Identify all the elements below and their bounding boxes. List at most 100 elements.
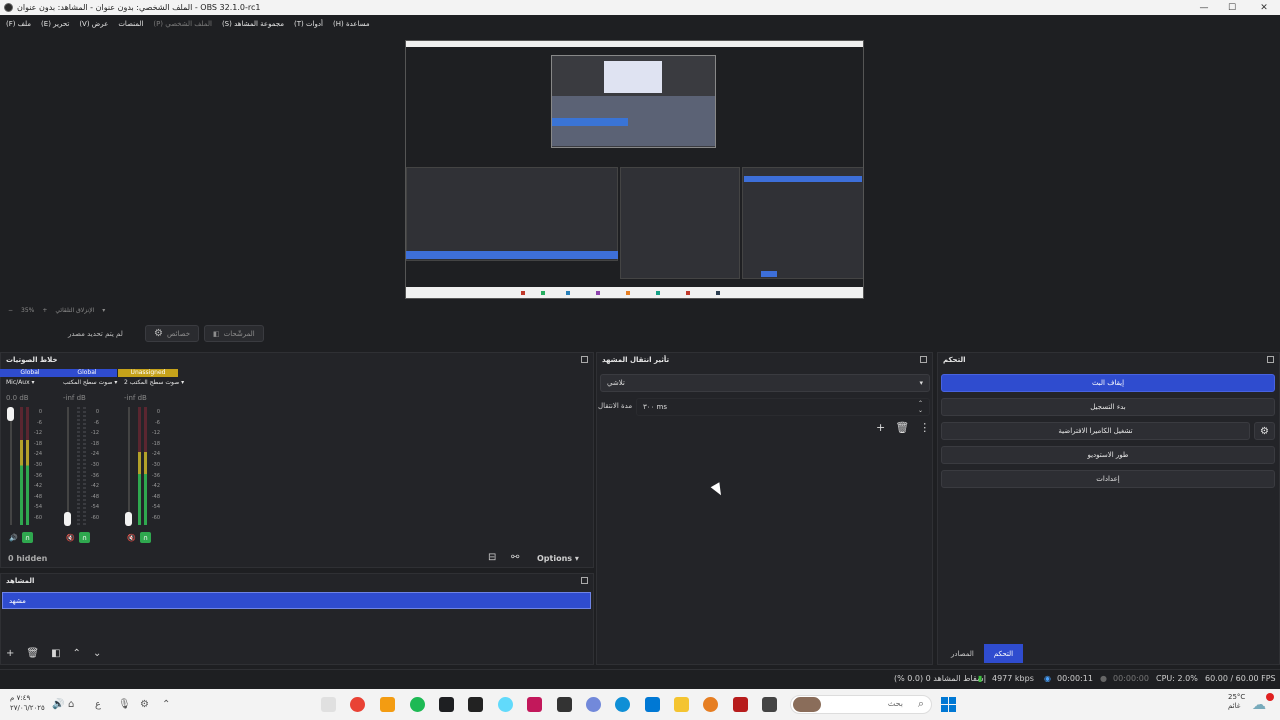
close-button[interactable]: ✕ xyxy=(1248,0,1280,15)
chevron-down-icon[interactable]: ▾ xyxy=(30,379,35,386)
obs-taskbar-icon[interactable] xyxy=(321,697,336,712)
fader-track[interactable] xyxy=(10,407,12,525)
channel-name[interactable]: صوت سطح المكتب 2 ▾ xyxy=(118,379,184,386)
keyboard-language-icon[interactable]: ع xyxy=(95,699,101,710)
tray-app-icon[interactable]: ⚙ xyxy=(140,699,149,710)
tab-controls[interactable]: التحكم xyxy=(983,644,1024,663)
react-app-icon[interactable] xyxy=(498,697,513,712)
menu-docks[interactable]: المنصات xyxy=(118,20,143,28)
speaker-icon[interactable]: 🔊 xyxy=(8,532,19,543)
zoom-in-button[interactable]: + xyxy=(42,307,47,314)
undock-icon[interactable] xyxy=(581,577,588,584)
start-recording-button[interactable]: بدء التسجيل xyxy=(941,398,1275,416)
menu-view[interactable]: (V) عرض xyxy=(79,20,108,28)
task-view-icon[interactable] xyxy=(762,697,777,712)
menu-profile[interactable]: (P) الملف الشخصي xyxy=(153,20,212,28)
zoom-dropdown-icon[interactable]: ▾ xyxy=(102,307,105,314)
file-explorer-icon[interactable] xyxy=(674,697,689,712)
zoom-out-button[interactable]: − xyxy=(8,307,13,314)
filters-button[interactable]: ◧ المرشّحات xyxy=(204,325,264,342)
menu-edit[interactable]: (E) تحرير xyxy=(41,20,69,28)
volume-fader-knob[interactable] xyxy=(125,512,132,526)
preview-nested-controls xyxy=(742,167,863,279)
microphone-icon[interactable]: 🎙 xyxy=(118,699,131,710)
virtual-camera-settings-icon[interactable]: ⚙ xyxy=(1254,422,1275,440)
menu-scene-collection[interactable]: (S) مجموعة المشاهد xyxy=(222,20,284,28)
preview-canvas[interactable] xyxy=(405,40,864,299)
undock-icon[interactable] xyxy=(1267,356,1274,363)
system-clock[interactable]: ٧:٤٩ م ٢٧/٠٦/٢٠٢٥ xyxy=(10,693,45,713)
taskbar-search[interactable]: بحث ⌕ xyxy=(790,695,932,714)
video-editor-icon[interactable] xyxy=(557,697,572,712)
db-scale-tick: -60 xyxy=(90,514,99,521)
properties-button[interactable]: ⚙ خصائص xyxy=(145,325,200,342)
show-hidden-icons-icon[interactable]: ⌃ xyxy=(162,699,170,710)
weather-widget[interactable]: 25°C غائم xyxy=(1228,693,1245,711)
move-down-icon[interactable]: ⌄ xyxy=(93,648,101,659)
preview-nested-mixer xyxy=(406,167,618,261)
start-button[interactable] xyxy=(941,697,956,712)
muted-speaker-icon[interactable]: 🔇 xyxy=(126,532,137,543)
mixer-link-icon[interactable]: ⚯ xyxy=(511,552,519,563)
menu-file[interactable]: (F) ملف xyxy=(6,20,31,28)
volume-icon[interactable]: 🔊 xyxy=(52,699,64,710)
undock-icon[interactable] xyxy=(920,356,927,363)
headphones-icon[interactable]: ∩ xyxy=(140,532,151,543)
studio-mode-button[interactable]: طور الاستوديو xyxy=(941,446,1275,464)
undock-icon[interactable] xyxy=(581,356,588,363)
duration-spinbox[interactable]: ٣٠٠ ms ⌃ ⌄ xyxy=(636,398,930,416)
scene-filters-icon[interactable]: ◧ xyxy=(51,648,60,659)
more-options-icon[interactable]: ⋮ xyxy=(919,421,930,434)
preview-nested-window xyxy=(604,61,662,93)
obs-active-icon[interactable] xyxy=(439,697,454,712)
channel-name-label: صوت سطح المكتب xyxy=(63,379,113,386)
remove-transition-icon[interactable]: 🗑 xyxy=(895,421,909,434)
editor-app-icon[interactable] xyxy=(527,697,542,712)
db-scale-tick: -48 xyxy=(90,493,99,500)
acrobat-icon[interactable] xyxy=(733,697,748,712)
menu-help[interactable]: (H) مساعدة xyxy=(333,20,370,28)
muted-speaker-icon[interactable]: 🔇 xyxy=(65,532,76,543)
settings-button[interactable]: إعدادات xyxy=(941,470,1275,488)
mixer-options-button[interactable]: Options ▾ xyxy=(537,554,579,563)
scene-list-item[interactable]: مشهد xyxy=(2,592,591,609)
mixer-layout-icon[interactable]: ⊟ xyxy=(488,552,496,563)
chevron-down-icon[interactable]: ▾ xyxy=(179,379,184,386)
headphones-icon[interactable]: ∩ xyxy=(79,532,90,543)
add-scene-icon[interactable]: + xyxy=(6,648,14,659)
fader-track[interactable] xyxy=(128,407,130,525)
move-up-icon[interactable]: ⌃ xyxy=(73,648,81,659)
preview-taskbar-app-icon xyxy=(716,291,720,295)
remove-scene-icon[interactable]: 🗑 xyxy=(26,648,39,659)
volume-fader-knob[interactable] xyxy=(7,407,14,421)
edge-icon[interactable] xyxy=(615,697,630,712)
spin-arrows-icon[interactable]: ⌃ ⌄ xyxy=(918,400,923,414)
discord-icon[interactable] xyxy=(586,697,601,712)
chrome-icon[interactable] xyxy=(350,697,365,712)
start-virtual-camera-button[interactable]: تشغيل الكاميرا الافتراضية xyxy=(941,422,1250,440)
store-icon[interactable] xyxy=(645,697,660,712)
stream-time: 00:00:11 xyxy=(1057,674,1093,683)
channel-name[interactable]: صوت سطح المكتب ▾ xyxy=(57,379,117,386)
maximize-button[interactable]: ☐ xyxy=(1216,0,1248,15)
record-icon: ● xyxy=(1100,674,1107,683)
photos-icon[interactable] xyxy=(703,697,718,712)
windows-logo-icon xyxy=(941,697,948,704)
db-scale-tick: -48 xyxy=(33,493,42,500)
spotify-icon[interactable] xyxy=(410,697,425,712)
terminal-icon[interactable] xyxy=(468,697,483,712)
network-icon[interactable]: ⌂ xyxy=(68,699,74,710)
transition-select[interactable]: تلاشي ▾ xyxy=(600,374,930,392)
add-transition-icon[interactable]: + xyxy=(876,421,885,434)
headphones-icon[interactable]: ∩ xyxy=(22,532,33,543)
channel-name[interactable]: Mic/Aux ▾ xyxy=(0,379,60,386)
volume-fader-knob[interactable] xyxy=(64,512,71,526)
fader-track[interactable] xyxy=(67,407,69,525)
db-scale-tick: 0 xyxy=(38,409,42,415)
stop-streaming-button[interactable]: إيقاف البث xyxy=(941,374,1275,392)
menu-tools[interactable]: (T) أدوات xyxy=(294,20,323,28)
chevron-down-icon[interactable]: ▾ xyxy=(112,379,117,386)
notification-badge xyxy=(1266,693,1274,701)
tab-sources[interactable]: المصادر xyxy=(941,644,984,663)
cloud-app-icon[interactable] xyxy=(380,697,395,712)
